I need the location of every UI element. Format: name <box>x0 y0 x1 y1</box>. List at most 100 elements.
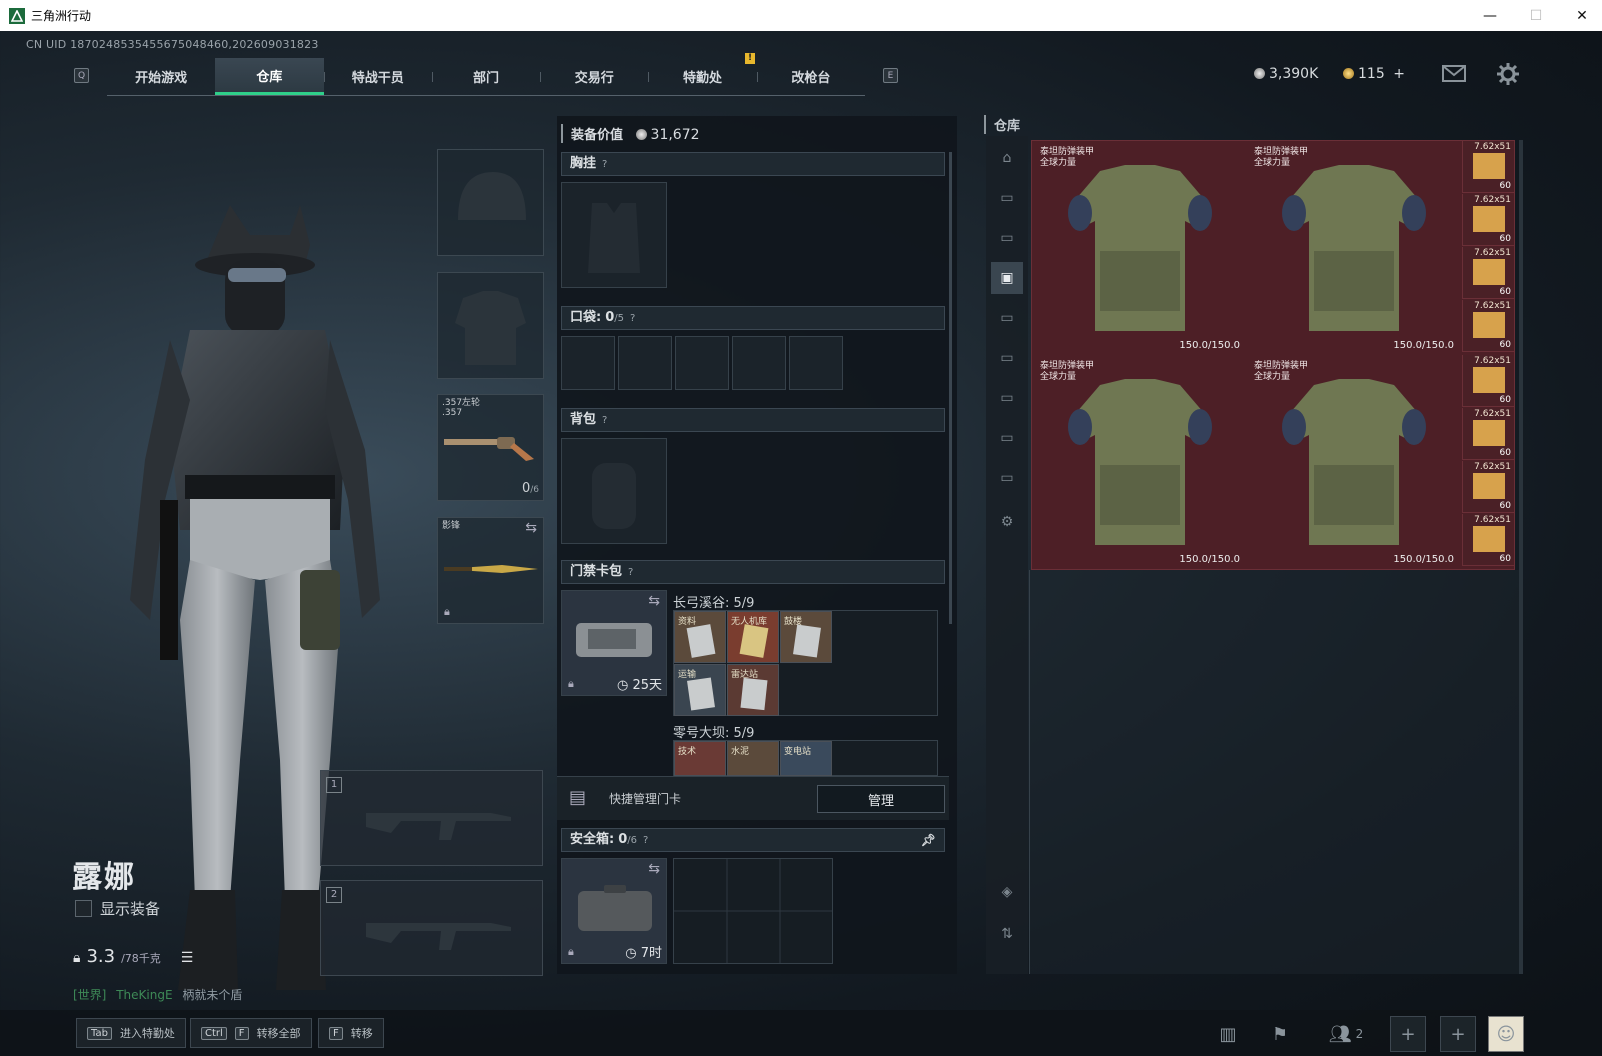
tab-special-ops[interactable]: 特勤处 <box>648 58 756 95</box>
tab-department[interactable]: 部门 <box>431 58 540 95</box>
chat-line[interactable]: [世界] TheKingE 柄就未个盾 <box>73 986 242 1003</box>
swap-icon[interactable]: ⇆ <box>525 520 537 536</box>
pin-icon[interactable]: 📌︎ <box>921 829 936 851</box>
backpack-header: 背包? <box>561 408 945 432</box>
help-icon[interactable]: ? <box>602 415 607 426</box>
keycard-1-4[interactable]: 运输 <box>674 664 726 716</box>
warehouse-item-ammo[interactable]: 7.62x51 60 <box>1462 514 1514 566</box>
primary-weapon-slot-2[interactable]: 2 <box>320 880 543 976</box>
stats-chart-icon[interactable]: ▥ <box>1210 1016 1246 1052</box>
backpack-slot[interactable] <box>561 438 667 544</box>
keycard-2-2[interactable]: 水泥 <box>727 741 779 776</box>
category-5-icon[interactable]: ▭ <box>991 342 1023 374</box>
weight-detail-icon[interactable]: ☰ <box>181 950 194 966</box>
warehouse-item-armor[interactable]: 泰坦防弹装甲 全球力量 150.0/150.0 <box>1034 357 1246 569</box>
body-armor-icon <box>1282 379 1426 545</box>
show-equipment-checkbox[interactable] <box>75 900 92 917</box>
category-1-icon[interactable]: ▭ <box>991 182 1023 214</box>
keycard-1-3[interactable]: 鼓楼 <box>780 611 832 663</box>
stack-layers-icon[interactable]: ◈ <box>991 876 1023 908</box>
add-slot-2-button[interactable]: + <box>1440 1016 1476 1052</box>
tab-trading[interactable]: 交易行 <box>540 58 648 95</box>
safe-box-grid[interactable] <box>673 858 833 964</box>
keycard-2-3[interactable]: 变电站 <box>780 741 832 776</box>
operator-name: 露娜 <box>72 860 136 895</box>
loadout-scrollbar[interactable] <box>949 152 952 624</box>
pistol-slot[interactable]: .357左轮 .357 0/6 <box>437 394 544 501</box>
manage-button[interactable]: 管理 <box>817 785 945 813</box>
keycard-wallet-slot[interactable]: ⇆ 🔒︎ ◷ 25天 <box>561 590 667 696</box>
warehouse-empty-area[interactable] <box>1029 570 1519 974</box>
mail-icon[interactable] <box>1442 63 1468 85</box>
warehouse-settings-icon[interactable]: ⚙ <box>991 506 1023 538</box>
tab-gunsmith[interactable]: 改枪台 <box>756 58 865 95</box>
chest-rig-icon <box>588 203 640 273</box>
melee-slot[interactable]: 影锋 ⇆ 🔒︎ <box>437 517 544 624</box>
warehouse-item-ammo[interactable]: 7.62x51 60 <box>1462 300 1514 352</box>
pocket-slot-3[interactable] <box>675 336 729 390</box>
category-2-icon[interactable]: ▭ <box>991 222 1023 254</box>
nav-next-key[interactable]: E <box>883 68 898 83</box>
chest-rig-slot[interactable] <box>561 182 667 288</box>
warehouse-item-ammo[interactable]: 7.62x51 60 <box>1462 247 1514 299</box>
player-avatar[interactable]: ☺ <box>1488 1016 1524 1052</box>
swap-icon[interactable]: ⇆ <box>648 861 660 877</box>
quick-manage-label: 快捷管理门卡 <box>609 792 682 806</box>
weight-max: /78千克 <box>121 952 161 965</box>
category-7-icon[interactable]: ▭ <box>991 422 1023 454</box>
category-8-icon[interactable]: ▭ <box>991 462 1023 494</box>
warehouse-category-sidebar: ⌂ ▭ ▭ ▣ ▭ ▭ ▭ ▭ ▭ ⚙ ◈ ⇅ <box>986 136 1028 974</box>
ammo-box-icon <box>1473 367 1505 393</box>
swap-icon[interactable]: ⇆ <box>648 593 660 609</box>
warehouse-item-armor[interactable]: 泰坦防弹装甲 全球力量 150.0/150.0 <box>1248 357 1460 569</box>
keycard-1-5[interactable]: 雷达站 <box>727 664 779 716</box>
warehouse-item-ammo[interactable]: 7.62x51 60 <box>1462 461 1514 513</box>
warehouse-scrollbar[interactable] <box>1519 140 1523 974</box>
helmet-slot[interactable] <box>437 149 544 256</box>
warehouse-item-ammo[interactable]: 7.62x51 60 <box>1462 355 1514 407</box>
warehouse-item-ammo[interactable]: 7.62x51 60 <box>1462 141 1514 193</box>
primary-weapon-slot-1[interactable]: 1 <box>320 770 543 866</box>
pocket-slot-1[interactable] <box>561 336 615 390</box>
keycard-1-2[interactable]: 无人机库 <box>727 611 779 663</box>
enter-special-ops-button[interactable]: Tab 进入特勤处 <box>76 1018 186 1048</box>
chat-user: TheKingE <box>116 988 173 1002</box>
ammo-label: 7.62x51 <box>1474 142 1511 152</box>
tab-start-game[interactable]: 开始游戏 <box>107 58 215 95</box>
transfer-all-button[interactable]: Ctrl F 转移全部 <box>190 1018 312 1048</box>
sort-icon[interactable]: ⇅ <box>991 918 1023 950</box>
pocket-slot-4[interactable] <box>732 336 786 390</box>
category-4-icon[interactable]: ▭ <box>991 302 1023 334</box>
help-icon[interactable]: ? <box>628 567 633 578</box>
category-6-icon[interactable]: ▭ <box>991 382 1023 414</box>
safe-box-slot[interactable]: ⇆ 🔒︎ ◷ 7时 <box>561 858 667 964</box>
flag-icon[interactable]: ⚑ <box>1262 1016 1298 1052</box>
add-gold-button[interactable]: + <box>1393 66 1405 82</box>
nav-prev-key[interactable]: Q <box>74 68 89 83</box>
minimize-button[interactable]: — <box>1467 0 1513 31</box>
friends-icon[interactable]: 👥︎ 2 <box>1318 1016 1374 1052</box>
warehouse-item-armor[interactable]: 泰坦防弹装甲 全球力量 150.0/150.0 <box>1248 143 1460 355</box>
ammo-count: 60 <box>1499 181 1511 191</box>
body-armor-slot[interactable] <box>437 272 544 379</box>
transfer-button[interactable]: F 转移 <box>318 1018 384 1048</box>
pocket-slot-2[interactable] <box>618 336 672 390</box>
category-3-icon[interactable]: ▣ <box>991 262 1023 294</box>
close-button[interactable]: ✕ <box>1559 0 1602 31</box>
tab-warehouse[interactable]: 仓库 <box>215 58 324 95</box>
warehouse-all-icon[interactable]: ⌂ <box>991 142 1023 174</box>
maximize-button[interactable]: ☐ <box>1513 0 1559 31</box>
help-icon[interactable]: ? <box>602 159 607 170</box>
tab-operators[interactable]: 特战干员 <box>323 58 432 95</box>
help-icon[interactable]: ? <box>643 835 648 846</box>
warehouse-item-ammo[interactable]: 7.62x51 60 <box>1462 194 1514 246</box>
help-icon[interactable]: ? <box>630 313 635 324</box>
keycard-1-1[interactable]: 资料 <box>674 611 726 663</box>
warehouse-item-armor[interactable]: 泰坦防弹装甲 全球力量 150.0/150.0 <box>1034 143 1246 355</box>
warehouse-item-ammo[interactable]: 7.62x51 60 <box>1462 408 1514 460</box>
add-slot-1-button[interactable]: + <box>1390 1016 1426 1052</box>
pocket-slot-5[interactable] <box>789 336 843 390</box>
settings-gear-icon[interactable] <box>1496 62 1520 86</box>
keycard-2-1[interactable]: 技术 <box>674 741 726 776</box>
show-equipment-toggle[interactable]: 显示装备 <box>75 898 160 919</box>
